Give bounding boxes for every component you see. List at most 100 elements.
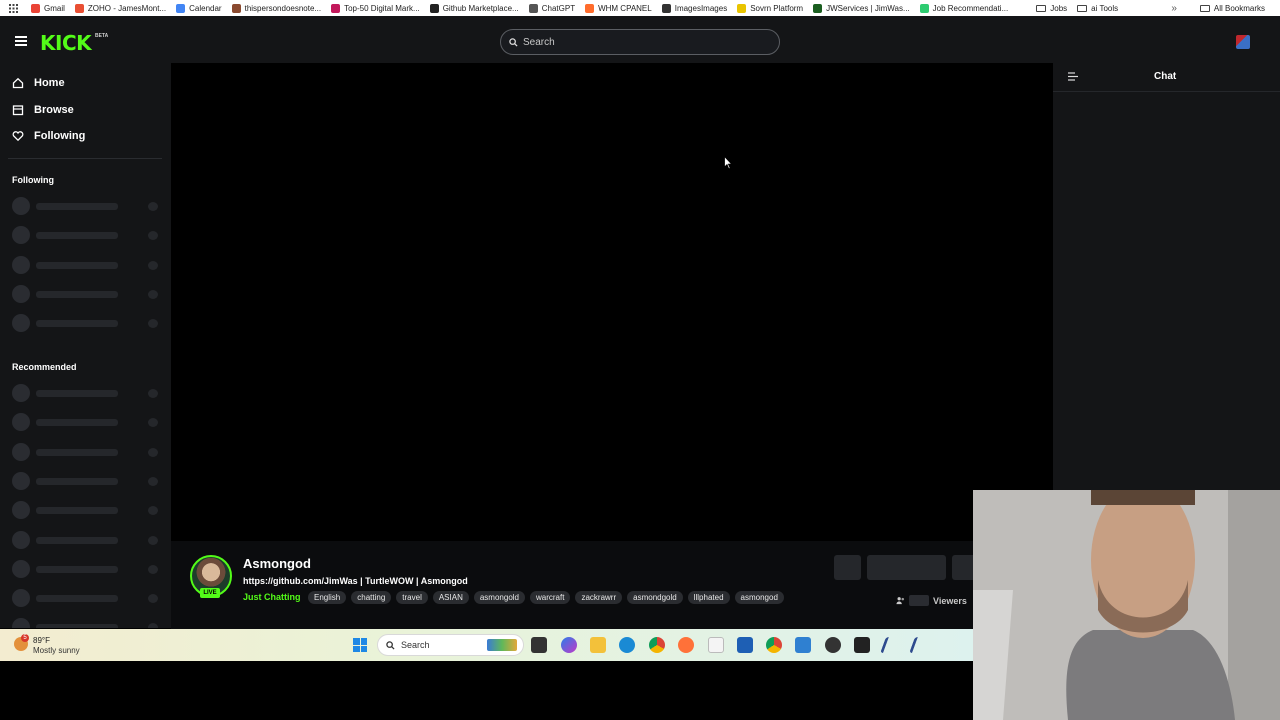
sidebar-channel-placeholder xyxy=(12,618,162,628)
rdp-icon[interactable] xyxy=(737,637,753,653)
all-bookmarks-folder[interactable]: All Bookmarks xyxy=(1195,0,1270,16)
browse-icon xyxy=(12,105,24,116)
chrome-icon[interactable] xyxy=(649,637,665,653)
terminal-icon[interactable] xyxy=(854,637,870,653)
bookmark-label: Jobs xyxy=(1050,3,1068,13)
firefox-icon[interactable] xyxy=(678,637,694,653)
apps-grid-icon[interactable] xyxy=(0,3,26,13)
sidebar-channel-placeholder xyxy=(12,197,162,215)
sidebar-channel-placeholder xyxy=(12,501,162,520)
weather-description: Mostly sunny xyxy=(33,646,80,655)
stream-tag[interactable]: ASIAN xyxy=(432,591,469,604)
bookmark-item[interactable]: Gmail xyxy=(26,0,70,16)
streamer-name[interactable]: Asmongod xyxy=(243,556,311,571)
sidebar-item-following[interactable]: Following xyxy=(12,130,85,142)
bookmark-item[interactable]: ChatGPT xyxy=(524,0,580,16)
collapse-chat-icon[interactable] xyxy=(1068,72,1078,81)
sidebar-channel-placeholder xyxy=(12,442,162,461)
bookmark-item[interactable]: ai Tools xyxy=(1072,0,1123,16)
search-icon xyxy=(386,640,395,650)
bookmark-item[interactable]: Job Recommendati... xyxy=(915,0,1014,16)
bookmark-favicon-icon xyxy=(661,3,671,13)
bookmark-label: Job Recommendati... xyxy=(932,3,1009,13)
bookmark-item[interactable]: thispersondoesnote... xyxy=(227,0,327,16)
windows-taskbar: 5 89°F Mostly sunny Search xyxy=(0,629,973,661)
bookmark-item[interactable]: Top-50 Digital Mark... xyxy=(326,0,425,16)
bookmark-favicon-icon xyxy=(585,3,595,13)
bookmark-favicon-icon xyxy=(74,3,84,13)
bookmark-label: Sovrn Platform xyxy=(750,3,804,13)
bookmark-label: Calendar xyxy=(189,3,222,13)
recommended-heading: Recommended xyxy=(12,362,77,372)
action-button-placeholder xyxy=(834,555,861,580)
vscode-icon[interactable] xyxy=(795,637,811,653)
site-header: KICK BETA Search xyxy=(0,16,1280,63)
search-icon xyxy=(509,37,518,47)
follow-button-placeholder xyxy=(867,555,946,580)
stream-title: https://github.com/JimWas | TurtleWOW | … xyxy=(243,576,468,586)
stream-tag[interactable]: asmongold xyxy=(473,591,525,604)
sidebar-item-label: Home xyxy=(34,77,65,89)
webcam-overlay xyxy=(973,490,1280,720)
all-bookmarks-label: All Bookmarks xyxy=(1213,3,1265,13)
viewer-count-placeholder xyxy=(909,595,929,606)
stream-tag[interactable]: asmongod xyxy=(734,591,784,604)
bookmark-favicon-icon xyxy=(331,3,341,13)
bookmark-favicon-icon xyxy=(813,3,823,13)
bookmark-item[interactable]: Github Marketplace... xyxy=(425,0,524,16)
bookmark-favicon-icon xyxy=(176,3,186,13)
taskbar-search[interactable]: Search xyxy=(377,634,524,656)
folder-icon xyxy=(1036,4,1047,12)
stream-category[interactable]: Just Chatting xyxy=(243,592,301,602)
sidebar-channel-placeholder xyxy=(12,314,162,333)
viewers-label: Viewers xyxy=(933,595,967,606)
home-icon xyxy=(12,77,24,89)
sidebar-channel-placeholder xyxy=(12,530,162,549)
bookmark-item[interactable]: Sovrn Platform xyxy=(732,0,808,16)
chat-title: Chat xyxy=(1154,71,1177,82)
notepad-icon[interactable] xyxy=(708,637,724,653)
kick-logo[interactable]: KICK xyxy=(40,31,92,55)
menu-icon[interactable] xyxy=(15,36,27,46)
bookmark-item[interactable]: Calendar xyxy=(171,0,226,16)
bookmark-item[interactable]: JWServices | JimWas... xyxy=(808,0,915,16)
mouse-cursor-icon xyxy=(724,156,732,170)
stream-tag[interactable]: travel xyxy=(396,591,428,604)
bookmark-label: Top-50 Digital Mark... xyxy=(344,3,420,13)
app-icon[interactable] xyxy=(825,637,841,653)
bookmark-item[interactable]: ImagesImages xyxy=(657,0,732,16)
bookmark-label: ai Tools xyxy=(1091,3,1119,13)
pen-tool-icon[interactable] xyxy=(880,637,892,653)
bookmarks-bar: Gmail ZOHO - JamesMont... Calendar thispers… xyxy=(0,0,1280,16)
bookmark-favicon-icon xyxy=(231,3,241,13)
file-explorer-icon[interactable] xyxy=(590,637,606,653)
sidebar-item-home[interactable]: Home xyxy=(12,77,65,89)
search-placeholder: Search xyxy=(523,36,555,48)
chrome-profile-icon[interactable] xyxy=(766,637,782,653)
bookmarks-overflow-icon[interactable]: » xyxy=(1171,3,1177,14)
bookmark-favicon-icon xyxy=(31,3,40,13)
edge-icon[interactable] xyxy=(619,637,635,653)
bookmark-item[interactable]: WHM CPANEL xyxy=(580,0,657,16)
task-view-icon[interactable] xyxy=(531,637,547,653)
stream-tag[interactable]: lllphated xyxy=(687,591,730,604)
folder-icon xyxy=(1077,4,1088,12)
stream-tag[interactable]: zackrawrr xyxy=(575,591,623,604)
search-input[interactable]: Search xyxy=(500,29,780,55)
bookmark-item[interactable]: ZOHO - JamesMont... xyxy=(70,0,171,16)
copilot-icon[interactable] xyxy=(561,637,577,653)
pen-tool-2-icon[interactable] xyxy=(909,637,921,653)
windows-start-icon[interactable] xyxy=(353,638,367,652)
video-player[interactable] xyxy=(171,63,1053,541)
weather-temperature: 89°F xyxy=(33,636,50,645)
bookmark-label: Gmail xyxy=(44,3,65,13)
bookmark-item[interactable]: Jobs xyxy=(1031,0,1072,16)
stream-tag[interactable]: warcraft xyxy=(530,591,571,604)
bookmark-favicon-icon xyxy=(919,3,929,13)
sidebar-item-browse[interactable]: Browse xyxy=(12,104,74,116)
stream-tag[interactable]: English xyxy=(308,591,347,604)
stream-tag[interactable]: asmondgold xyxy=(627,591,683,604)
stream-tag[interactable]: chatting xyxy=(351,591,392,604)
user-avatar[interactable] xyxy=(1236,35,1250,49)
bookmark-label: thispersondoesnote... xyxy=(244,3,322,13)
